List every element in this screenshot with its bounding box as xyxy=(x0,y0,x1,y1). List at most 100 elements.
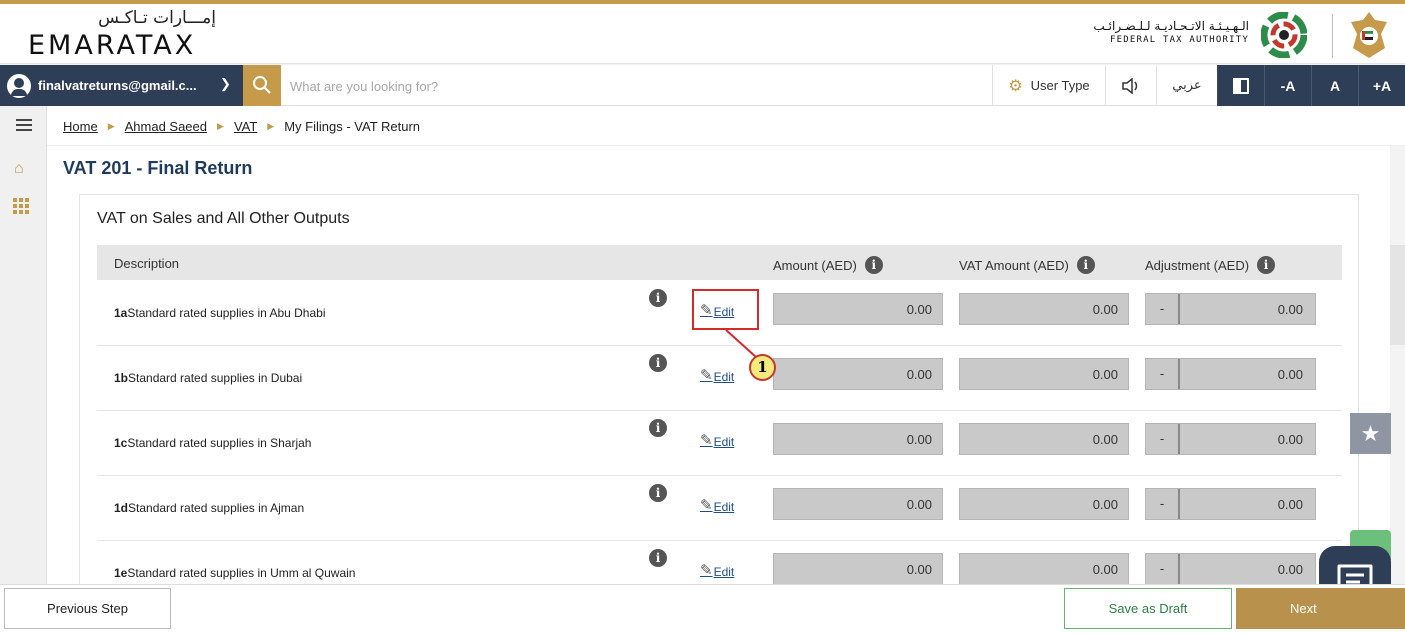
amount-field[interactable]: 0.00 xyxy=(773,358,943,390)
breadcrumb-separator-icon: ▶ xyxy=(217,121,224,131)
vat-amount-field[interactable]: 0.00 xyxy=(959,293,1129,325)
gear-icon: ⚙ xyxy=(1008,77,1023,95)
breadcrumb-home[interactable]: Home xyxy=(63,119,98,134)
scrollbar-thumb[interactable] xyxy=(1390,245,1405,345)
save-draft-button[interactable]: Save as Draft xyxy=(1064,588,1232,629)
breadcrumb-current: My Filings - VAT Return xyxy=(284,119,421,134)
amount-field[interactable]: 0.00 xyxy=(773,488,943,520)
edit-label: Edit xyxy=(713,565,735,579)
favorite-star-icon[interactable]: ★ xyxy=(1350,413,1391,454)
edit-label: Edit xyxy=(713,435,735,449)
previous-step-button[interactable]: Previous Step xyxy=(4,588,171,629)
search-icon xyxy=(253,76,271,94)
adjustment-sign: - xyxy=(1146,359,1180,389)
page-title: VAT 201 - Final Return xyxy=(63,158,253,178)
amount-field[interactable]: 0.00 xyxy=(773,553,943,585)
info-icon[interactable]: i xyxy=(1257,256,1276,274)
vat-amount-field[interactable]: 0.00 xyxy=(959,553,1129,585)
row-description: 1dStandard rated supplies in Ajman xyxy=(114,501,304,515)
emaratax-logo[interactable]: إمـــارات تـاكـس EMARATAX xyxy=(28,8,228,64)
text-to-speech-button[interactable] xyxy=(1105,65,1156,106)
row-label: Standard rated supplies in Umm al Quwain xyxy=(127,566,356,580)
edit-pencil-icon: ✎ xyxy=(700,497,713,514)
row-code: 1c xyxy=(114,436,128,450)
row-description: 1aStandard rated supplies in Abu Dhabi xyxy=(114,306,326,320)
adjustment-field[interactable]: - 0.00 xyxy=(1145,358,1316,390)
vat-amount-field[interactable]: 0.00 xyxy=(959,488,1129,520)
row-code: 1d xyxy=(114,501,129,515)
footer-bar: Previous Step Save as Draft Next xyxy=(0,584,1405,635)
fta-emblem-icon xyxy=(1261,12,1307,58)
info-icon[interactable]: i xyxy=(649,354,667,372)
font-increase-button[interactable]: +A xyxy=(1358,65,1405,106)
language-toggle[interactable]: عربي xyxy=(1156,65,1217,106)
chevron-down-icon: ❯ xyxy=(220,76,231,91)
breadcrumb-bar: Home ▶ Ahmad Saeed ▶ VAT ▶ My Filings - … xyxy=(47,106,1405,146)
breadcrumb-separator-icon: ▶ xyxy=(107,121,115,131)
adjustment-field[interactable]: - 0.00 xyxy=(1145,488,1316,520)
info-icon[interactable]: i xyxy=(864,256,883,274)
header-adjustment: Adjustment (AED) i xyxy=(1145,256,1276,274)
font-normal-button[interactable]: A xyxy=(1311,65,1358,106)
page-scrollbar[interactable] xyxy=(1390,146,1405,584)
search-button[interactable] xyxy=(243,65,281,106)
main-content: VAT 201 - Final Return VAT on Sales and … xyxy=(47,146,1390,585)
contrast-icon xyxy=(1233,77,1249,94)
next-button[interactable]: Next xyxy=(1236,588,1405,629)
table-row: 1dStandard rated supplies in Ajman i ✎ Edit… xyxy=(97,476,1342,541)
breadcrumb-user[interactable]: Ahmad Saeed xyxy=(125,119,207,134)
edit-link[interactable]: ✎ Edit xyxy=(700,366,734,384)
table-row: 1bStandard rated supplies in Dubai i ✎ Edit… xyxy=(97,346,1342,411)
info-icon[interactable]: i xyxy=(649,289,667,307)
edit-pencil-icon: ✎ xyxy=(700,367,713,384)
adjustment-field[interactable]: - 0.00 xyxy=(1145,293,1316,325)
header-vat-amount-label: VAT Amount (AED) xyxy=(959,257,1069,273)
speaker-icon xyxy=(1122,77,1138,94)
adjustment-sign: - xyxy=(1146,424,1180,454)
font-decrease-button[interactable]: -A xyxy=(1264,65,1311,106)
adjustment-value: 0.00 xyxy=(1277,432,1303,447)
amount-field[interactable]: 0.00 xyxy=(773,293,943,325)
adjustment-value: 0.00 xyxy=(1277,497,1303,512)
header-adjustment-label: Adjustment (AED) xyxy=(1145,257,1250,273)
adjustment-sign: - xyxy=(1146,489,1180,519)
annotation-step-badge: 1 xyxy=(749,354,776,381)
vat-amount-field[interactable]: 0.00 xyxy=(959,423,1129,455)
edit-pencil-icon: ✎ xyxy=(700,432,713,449)
header-divider xyxy=(1332,14,1333,58)
user-type-button[interactable]: ⚙ User Type xyxy=(992,65,1105,106)
amount-field[interactable]: 0.00 xyxy=(773,423,943,455)
adjustment-value: 0.00 xyxy=(1277,302,1303,317)
edit-link[interactable]: ✎ Edit xyxy=(700,561,734,579)
fta-logo[interactable]: الـهـيـئـة الاتـحـاديـة لـلـضـرائـب FEDE… xyxy=(1087,12,1307,58)
adjustment-field[interactable]: - 0.00 xyxy=(1145,423,1316,455)
header-description-label: Description xyxy=(114,256,180,271)
header-amount-label: Amount (AED) xyxy=(773,257,857,273)
edit-link[interactable]: ✎ Edit xyxy=(700,431,734,449)
breadcrumb-separator-icon: ▶ xyxy=(267,121,275,131)
info-icon[interactable]: i xyxy=(649,484,667,502)
search-input[interactable] xyxy=(290,74,850,98)
table-row: 1cStandard rated supplies in Sharjah i ✎ Ed… xyxy=(97,411,1342,476)
logo-english-text: EMARATAX xyxy=(28,30,197,61)
info-icon[interactable]: i xyxy=(649,549,667,567)
logo-arabic-text: إمـــارات تـاكـس xyxy=(98,8,216,28)
adjustment-field[interactable]: - 0.00 xyxy=(1145,553,1316,585)
info-icon[interactable]: i xyxy=(649,419,667,437)
toolbar: finalvatreturns@gmail.c... ❯ ⚙ User Type… xyxy=(0,65,1405,106)
contrast-toggle[interactable] xyxy=(1217,65,1264,106)
user-avatar-icon xyxy=(7,74,31,98)
account-dropdown[interactable]: finalvatreturns@gmail.c... ❯ xyxy=(0,65,243,106)
info-icon[interactable]: i xyxy=(1076,256,1095,274)
table-header: Description Amount (AED) i VAT Amount (AE… xyxy=(97,245,1342,280)
breadcrumb-vat[interactable]: VAT xyxy=(234,119,257,134)
vat-amount-field[interactable]: 0.00 xyxy=(959,358,1129,390)
home-icon[interactable]: ⌂ xyxy=(14,160,24,178)
breadcrumb: Home ▶ Ahmad Saeed ▶ VAT ▶ My Filings - … xyxy=(63,119,420,134)
adjustment-sign: - xyxy=(1146,554,1180,584)
user-type-label: User Type xyxy=(1030,78,1090,93)
header-amount: Amount (AED) i xyxy=(773,256,883,274)
edit-link[interactable]: ✎ Edit xyxy=(700,496,734,514)
hamburger-menu-icon[interactable] xyxy=(16,119,32,131)
apps-grid-icon[interactable] xyxy=(13,198,29,214)
